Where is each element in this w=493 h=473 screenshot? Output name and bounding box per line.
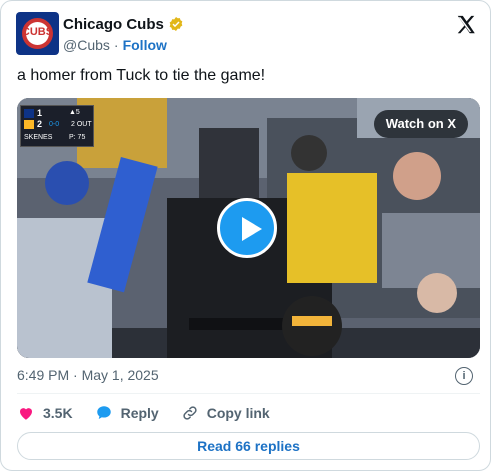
video-player[interactable]: 1 2 ▲5 0-0 2 OUT SKENES P: 75 Watch on X	[17, 98, 480, 358]
copy-link-button[interactable]: Copy link	[181, 404, 270, 422]
handle-separator: ·	[113, 37, 119, 53]
avatar[interactable]: CUBS	[16, 12, 59, 55]
home-team-swatch	[24, 120, 34, 129]
away-score: 1	[37, 108, 43, 118]
pitch-count-balls-strikes: 0-0	[49, 121, 60, 128]
read-replies-button[interactable]: Read 66 replies	[17, 432, 480, 460]
away-team-swatch	[24, 109, 34, 118]
pitcher-name: SKENES	[24, 134, 53, 141]
avatar-logo-text: CUBS	[21, 26, 54, 38]
reply-button[interactable]: Reply	[95, 404, 159, 422]
outs: 2 OUT	[71, 121, 92, 128]
x-logo-icon[interactable]	[455, 14, 477, 36]
tweet-header: CUBS Chicago Cubs @Cubs · Follow	[16, 12, 481, 56]
inning: ▲5	[69, 109, 80, 116]
name-row: Chicago Cubs	[63, 14, 184, 34]
tweet-timestamp[interactable]: 6:49 PM · May 1, 2025	[17, 367, 159, 383]
like-button[interactable]: 3.5K	[17, 404, 73, 422]
verified-badge-icon	[169, 17, 183, 31]
tweet-card: CUBS Chicago Cubs @Cubs · Follow a homer…	[0, 0, 491, 471]
reply-label: Reply	[120, 405, 159, 421]
copy-link-label: Copy link	[206, 405, 270, 421]
watch-on-x-button[interactable]: Watch on X	[373, 110, 468, 138]
like-count: 3.5K	[43, 405, 73, 421]
link-icon	[183, 406, 197, 420]
account-name[interactable]: Chicago Cubs	[63, 16, 164, 33]
follow-button[interactable]: Follow	[123, 37, 167, 53]
home-score: 2	[37, 119, 43, 129]
heart-icon	[20, 408, 32, 420]
handle-row: @Cubs · Follow	[63, 37, 167, 53]
divider	[17, 393, 480, 394]
play-button-icon[interactable]	[217, 198, 277, 258]
reply-bubble-icon	[96, 406, 111, 419]
pitcher-pitch-count: P: 75	[69, 134, 86, 141]
account-handle[interactable]: @Cubs	[63, 37, 110, 53]
tweet-text: a homer from Tuck to tie the game!	[17, 67, 266, 84]
scorebug: 1 2 ▲5 0-0 2 OUT SKENES P: 75	[20, 105, 94, 147]
action-bar: 3.5K Reply Copy link	[17, 403, 292, 423]
info-icon[interactable]: i	[455, 367, 473, 385]
